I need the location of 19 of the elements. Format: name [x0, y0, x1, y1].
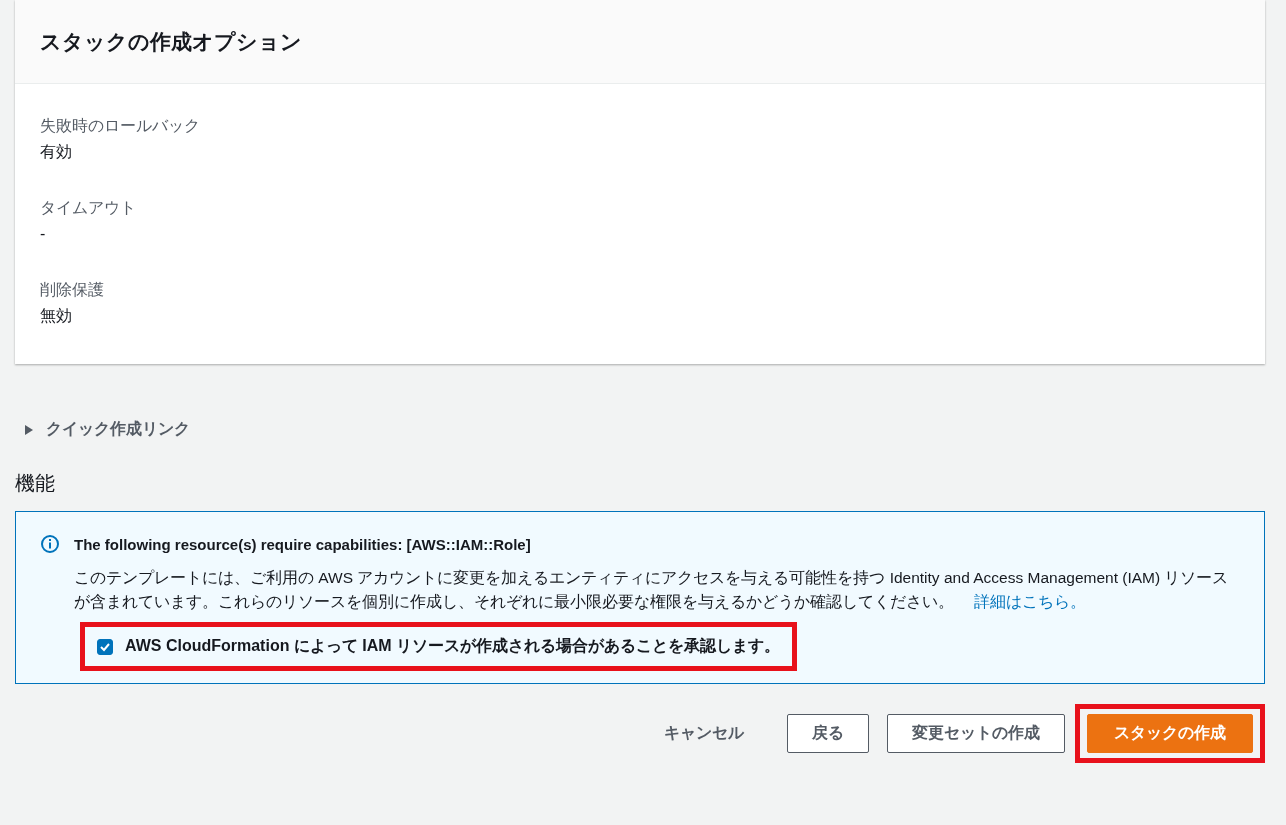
alert-title: The following resource(s) require capabilities: [AWS::IAM::Role] [74, 535, 531, 553]
info-icon [40, 534, 60, 554]
field-value: 無効 [40, 306, 73, 326]
action-button[interactable]: キャンセル [639, 714, 769, 753]
acknowledge-checkbox[interactable]: AWS CloudFormation によって IAM リソースが作成される場合があることを承認します。 [80, 622, 798, 671]
action-button[interactable]: 変更セットの作成 [887, 714, 1065, 753]
action-button[interactable]: 戻る [787, 714, 869, 753]
field-value: - [40, 224, 47, 244]
section-heading: 機能 [15, 471, 56, 496]
field-label: 削除保護 [40, 280, 105, 300]
caret-icon [24, 424, 34, 435]
checkbox-icon[interactable] [97, 638, 113, 655]
alert-text: このテンプレートには、ご利用の AWS アカウントに変更を加えるエンティティにアクセスを与える可能性を持つ Identity and Access Management (IAM) リソースが含まれています。これらのリソースを個別に作成し、それぞれに最小限必要な権限を与えるかどうか確認してください。 詳細はこちら。 [74, 568, 1230, 612]
details-link[interactable]: 詳細はこちら。 [974, 593, 1087, 610]
card-title: スタックの作成オプション [40, 28, 302, 55]
field-label: 失敗時のロールバック [40, 116, 201, 136]
field-label: タイムアウト [40, 198, 137, 218]
quick-create-expander[interactable]: クイック作成リンク [15, 419, 190, 440]
field-value: 有効 [40, 142, 73, 162]
